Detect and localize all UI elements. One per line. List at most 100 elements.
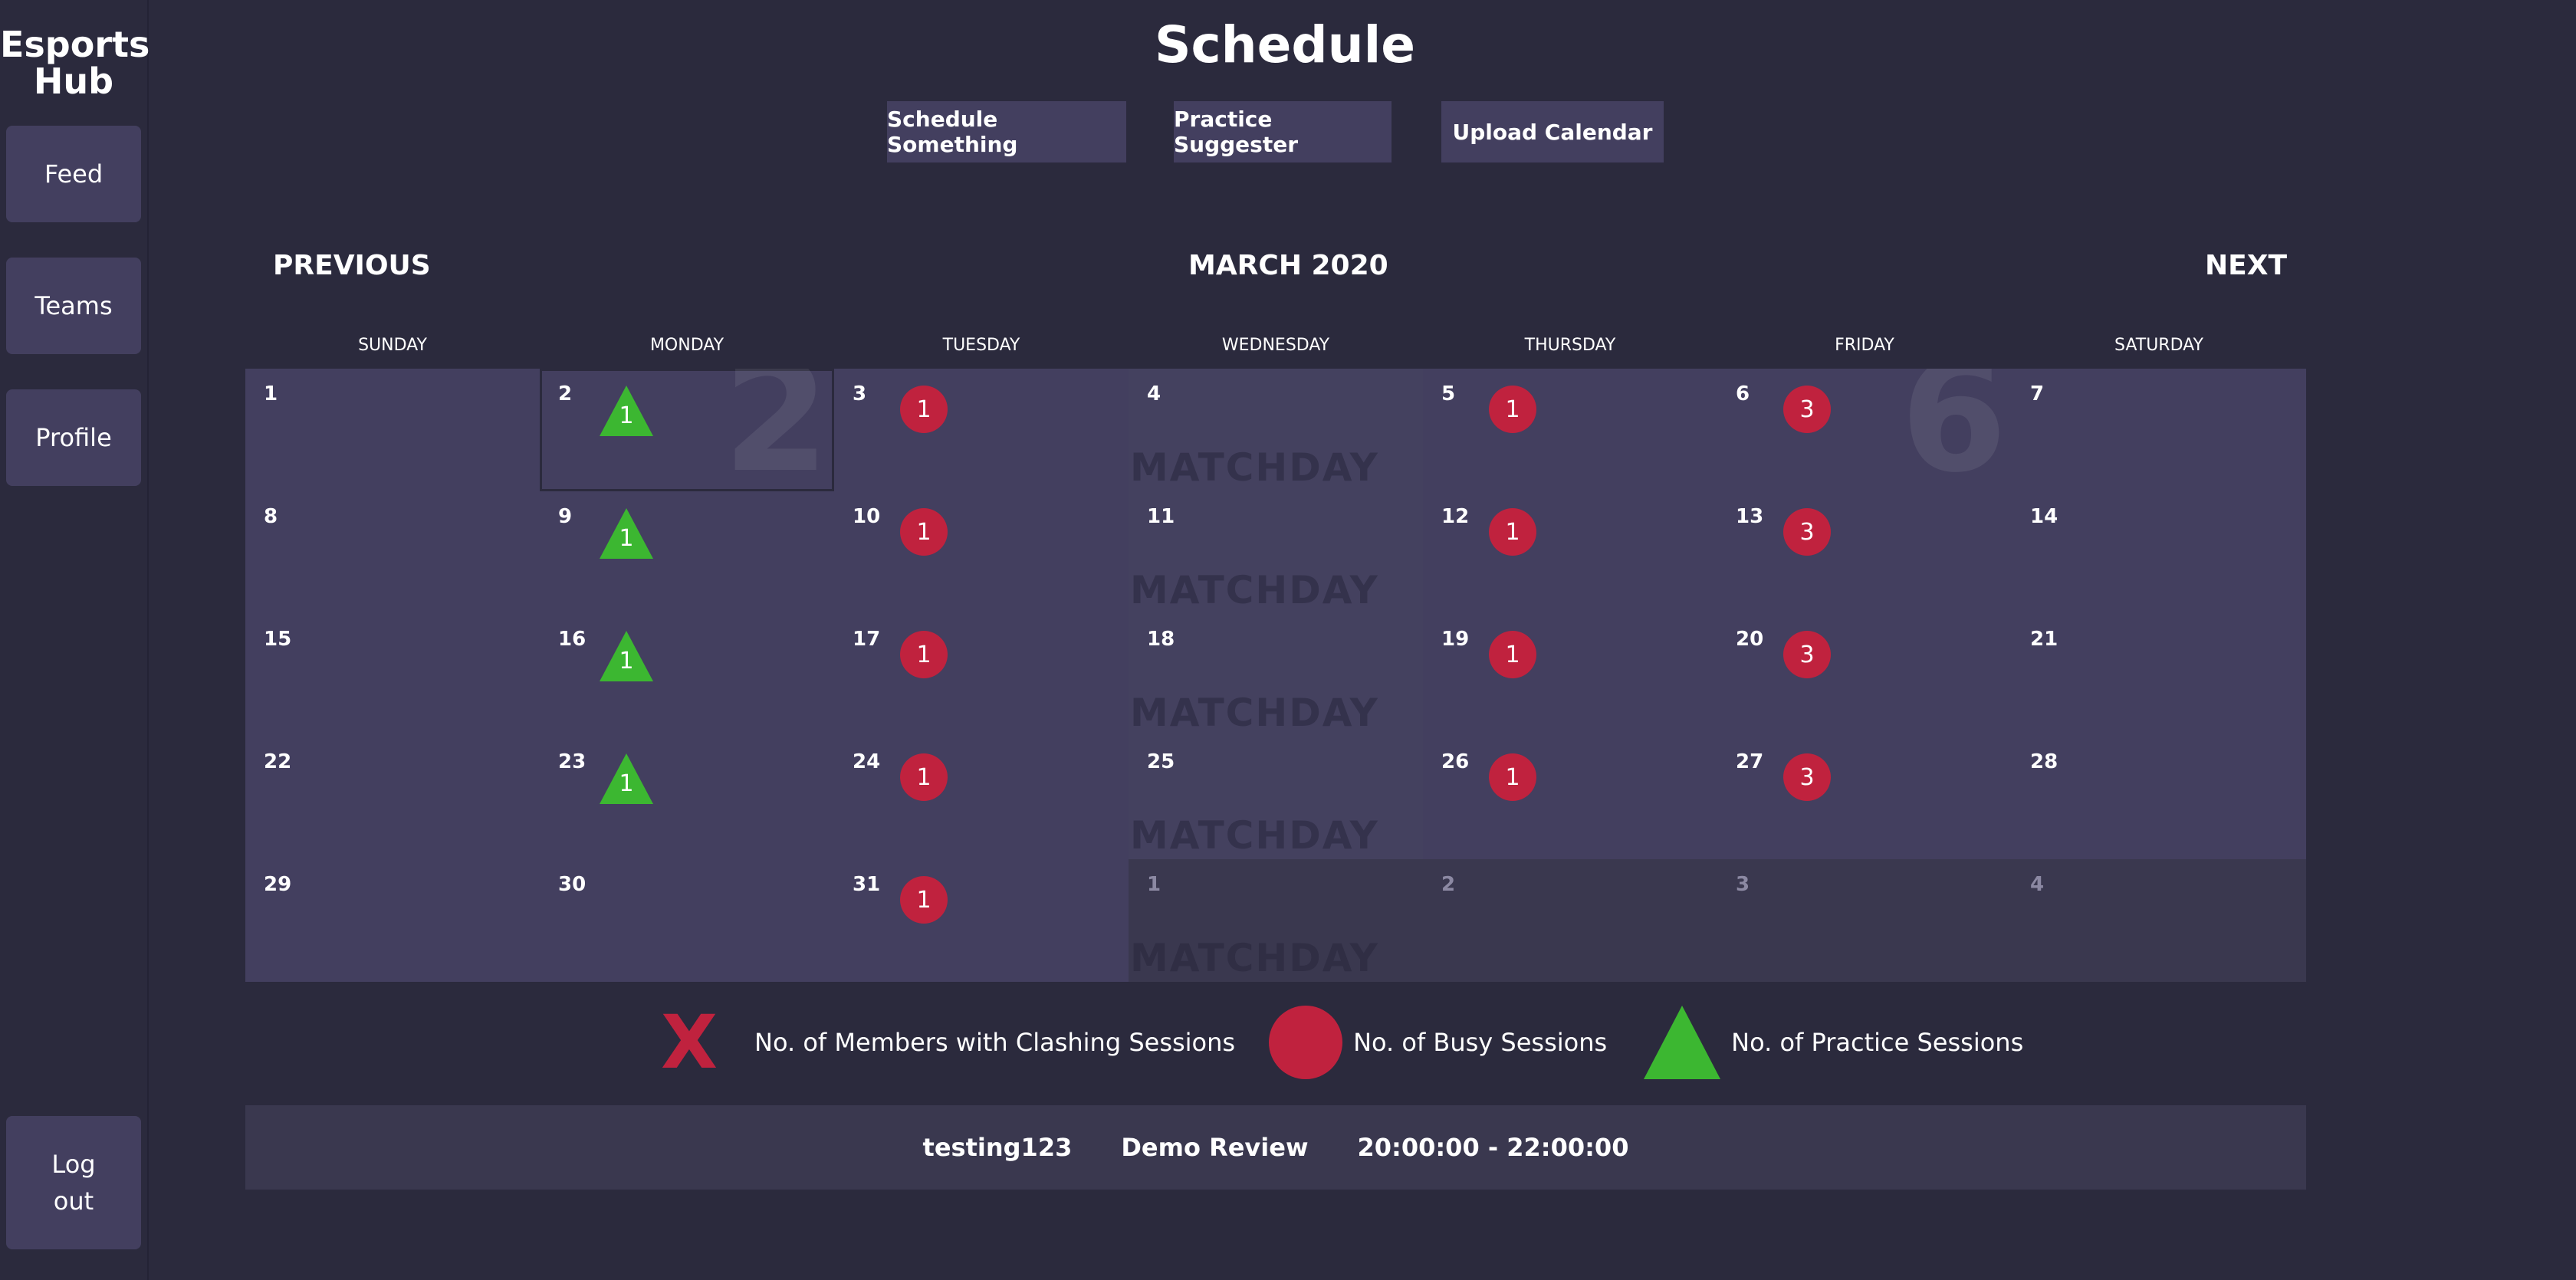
legend-practice-label: No. of Practice Sessions [1731,1028,2024,1057]
matchday-watermark: MATCHDAY [1130,568,1379,612]
legend-busy-label: No. of Busy Sessions [1353,1028,1608,1057]
calendar-day-cell[interactable]: 1 [245,369,540,491]
busy-sessions-badge: 3 [1783,631,1831,678]
busy-sessions-badge: 1 [900,386,948,433]
day-number: 9 [558,505,573,528]
day-number: 24 [853,750,881,773]
calendar-day-cell[interactable]: 2 2 1 [540,369,834,491]
calendar-day-cell[interactable]: MATCHDAY 18 [1129,614,1423,737]
day-watermark-number: 2 [722,369,830,491]
calendar-day-cell[interactable]: 29 [245,859,540,982]
calendar-day-cell[interactable]: 21 [2012,614,2306,737]
calendar-day-cell[interactable]: 31 [834,369,1129,491]
practice-count: 1 [619,402,634,429]
calendar-day-cell[interactable]: 30 [540,859,834,982]
upload-calendar-button[interactable]: Upload Calendar [1441,101,1664,162]
day-number: 27 [1736,750,1764,773]
nav-teams-button[interactable]: Teams [6,258,141,354]
calendar-day-cell[interactable]: 15 [245,614,540,737]
calendar-day-cell[interactable]: 24 1 [834,737,1129,859]
matchday-watermark: MATCHDAY [1130,691,1379,735]
day-number: 1 [264,382,278,405]
calendar-day-cell[interactable]: 91 [540,491,834,614]
matchday-watermark: MATCHDAY [1130,936,1379,980]
day-number: 6 [1736,382,1750,405]
calendar-day-cell[interactable]: 26 1 [1423,737,1717,859]
busy-sessions-badge: 3 [1783,386,1831,433]
day-number: 16 [558,628,586,651]
calendar-day-cell[interactable]: 51 [1423,369,1717,491]
calendar-day-cell[interactable]: 13 3 [1717,491,2012,614]
calendar-day-cell[interactable]: 6 6 3 [1717,369,2012,491]
busy-sessions-badge: 1 [900,753,948,801]
event-team: testing123 [922,1133,1073,1162]
day-number: 22 [264,750,292,773]
practice-suggester-button[interactable]: Practice Suggester [1174,101,1392,162]
calendar-day-cell[interactable]: 16 1 [540,614,834,737]
calendar-day-cell[interactable]: 8 [245,491,540,614]
busy-sessions-badge: 1 [900,631,948,678]
calendar-day-cell[interactable]: MATCHDAY 11 [1129,491,1423,614]
day-number: 29 [264,873,292,896]
day-number: 15 [264,628,292,651]
day-number: 19 [1441,628,1470,651]
busy-sessions-badge: 1 [1489,386,1536,433]
day-number: 11 [1147,505,1175,528]
day-number: 3 [1736,873,1750,896]
previous-month-button[interactable]: PREVIOUS [273,250,431,281]
weekday-label: SATURDAY [2114,336,2203,355]
busy-sessions-badge: 1 [900,876,948,924]
busy-sessions-badge: 1 [1489,753,1536,801]
day-number: 25 [1147,750,1175,773]
calendar-day-cell[interactable]: 14 [2012,491,2306,614]
day-number: 13 [1736,505,1764,528]
day-number: 8 [264,505,278,528]
busy-sessions-badge: 1 [900,508,948,556]
calendar-day-cell: 4 [2012,859,2306,982]
calendar-day-cell[interactable]: 12 1 [1423,491,1717,614]
calendar-day-cell[interactable]: 19 1 [1423,614,1717,737]
day-number: 20 [1736,628,1764,651]
current-month-label: MARCH 2020 [1188,250,1388,281]
calendar-day-cell[interactable]: 10 1 [834,491,1129,614]
event-title: Demo Review [1121,1133,1309,1162]
nav-profile-button[interactable]: Profile [6,389,141,486]
logout-button[interactable]: Log out [6,1116,141,1249]
day-number: 7 [2030,382,2045,405]
calendar-day-cell: MATCHDAY 1 [1129,859,1423,982]
calendar-day-cell[interactable]: 28 [2012,737,2306,859]
calendar-day-cell[interactable]: MATCHDAY 25 [1129,737,1423,859]
calendar-day-cell[interactable]: 22 [245,737,540,859]
calendar-day-cell[interactable]: 31 1 [834,859,1129,982]
calendar-day-cell[interactable]: 27 3 [1717,737,2012,859]
day-number: 17 [853,628,881,651]
calendar-day-cell[interactable]: 17 1 [834,614,1129,737]
selected-event[interactable]: testing123 Demo Review 20:00:00 - 22:00:… [245,1105,2306,1190]
page-title: Schedule [1154,15,1416,74]
practice-count: 1 [619,770,634,797]
practice-sessions-badge: 1 [600,631,653,681]
calendar-day-cell[interactable]: 23 1 [540,737,834,859]
busy-sessions-badge: 3 [1783,508,1831,556]
day-number: 31 [853,873,881,896]
calendar-day-cell[interactable]: 20 3 [1717,614,2012,737]
practice-sessions-badge: 1 [600,753,653,804]
matchday-watermark: MATCHDAY [1130,445,1379,490]
calendar-day-cell: 3 [1717,859,2012,982]
weekday-header-row: SUNDAY MONDAY TUESDAY WEDNESDAY THURSDAY… [245,334,2306,368]
calendar-day-cell[interactable]: MATCHDAY 4 [1129,369,1423,491]
calendar-day-cell[interactable]: 7 [2012,369,2306,491]
practice-triangle-icon [1644,1006,1721,1079]
nav-feed-button[interactable]: Feed [6,126,141,222]
day-watermark-number: 6 [1900,369,2007,491]
day-number: 18 [1147,628,1175,651]
day-number: 30 [558,873,586,896]
next-month-button[interactable]: NEXT [2205,250,2287,281]
day-number: 2 [1441,873,1456,896]
day-number: 14 [2030,505,2058,528]
weekday-label: THURSDAY [1524,336,1616,355]
day-number: 12 [1441,505,1470,528]
schedule-something-button[interactable]: Schedule Something [887,101,1126,162]
busy-sessions-badge: 3 [1783,753,1831,801]
clash-x-icon: X [661,999,718,1085]
